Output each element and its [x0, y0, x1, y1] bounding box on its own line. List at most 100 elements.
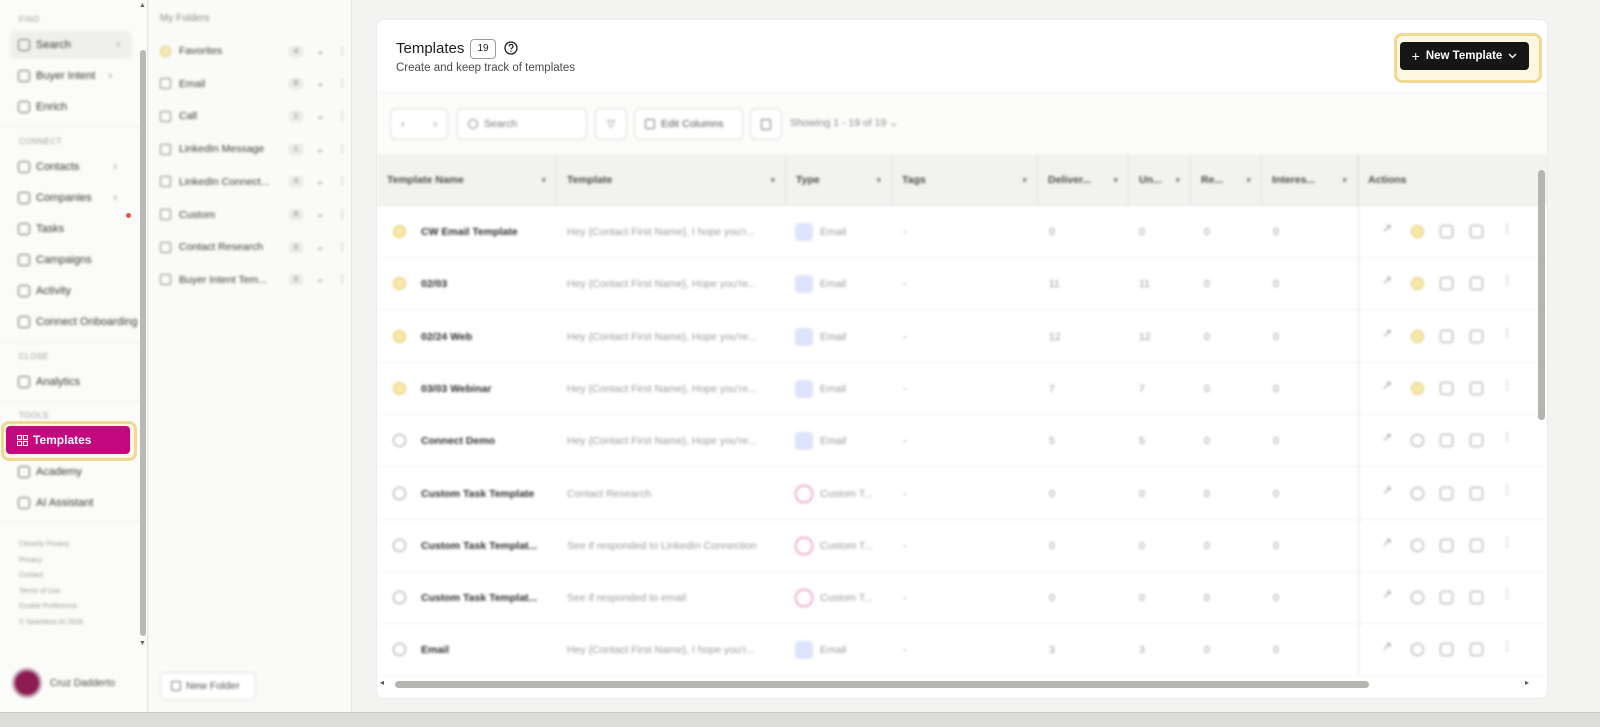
share-icon[interactable]: ↗	[1382, 639, 1395, 653]
sidebar-scrollbar[interactable]	[140, 50, 146, 636]
column-header-template-name[interactable]: Template Name ▾	[377, 154, 557, 206]
table-row[interactable]: Custom Task Template Contact Research Cust…	[377, 468, 1547, 520]
table-row[interactable]: 02/03 Hey {Contact First Name}, Hope you'…	[377, 258, 1547, 311]
folder-checkbox[interactable]	[160, 110, 171, 122]
scroll-left-arrow-icon[interactable]: ◂	[380, 678, 384, 687]
chevron-down-icon[interactable]: ⌄	[316, 176, 324, 187]
folder-item[interactable]: Buyer Intent Tem... 0 ⌄ ⋮	[160, 270, 347, 290]
scroll-down-arrow-icon[interactable]: ▼	[139, 640, 146, 647]
table-vertical-scrollbar[interactable]	[1538, 170, 1545, 420]
help-icon[interactable]	[504, 41, 518, 55]
favorite-star-icon[interactable]	[1411, 591, 1424, 605]
chevron-down-icon[interactable]: ⌄	[316, 111, 324, 122]
share-icon[interactable]: ↗	[1382, 483, 1395, 497]
favorite-star-icon[interactable]	[393, 329, 406, 343]
more-options-icon[interactable]: ⋮	[1501, 378, 1514, 392]
more-options-icon[interactable]: ⋮	[1501, 430, 1514, 444]
favorite-star-icon[interactable]	[1411, 277, 1424, 291]
table-row[interactable]: CW Email Template Hey {Contact First Name…	[377, 206, 1547, 258]
favorite-star-icon[interactable]	[1411, 329, 1424, 343]
folder-checkbox[interactable]	[160, 143, 171, 155]
filter-button[interactable]: ▽	[595, 108, 627, 140]
chevron-down-icon[interactable]: ⌄	[316, 242, 324, 253]
more-options-icon[interactable]: ⋮	[337, 176, 347, 187]
edit-icon[interactable]	[1440, 643, 1453, 657]
template-name[interactable]: Connect Demo	[421, 415, 495, 467]
favorite-star-icon[interactable]	[1411, 486, 1424, 500]
more-options-icon[interactable]: ⋮	[1501, 483, 1514, 497]
column-header-tags[interactable]: Tags ▾	[892, 154, 1038, 206]
chevron-down-icon[interactable]: ⌄	[316, 274, 324, 285]
table-row[interactable]: Connect Demo Hey {Contact First Name}, Ho…	[377, 415, 1547, 468]
new-template-button[interactable]: + New Template	[1400, 42, 1529, 70]
copy-icon[interactable]	[1470, 381, 1483, 395]
table-row[interactable]: 03/03 Webinar Hey {Contact First Name}, H…	[377, 363, 1547, 415]
footer-link[interactable]: Cleverly Privacy	[19, 537, 83, 553]
copy-icon[interactable]	[1470, 277, 1483, 291]
more-options-icon[interactable]: ⋮	[337, 209, 347, 220]
more-options-icon[interactable]: ⋮	[1501, 326, 1514, 340]
chevron-down-icon[interactable]: ⌄	[316, 78, 324, 89]
more-options-icon[interactable]: ⋮	[337, 78, 347, 89]
table-horizontal-scrollbar[interactable]	[395, 681, 1369, 688]
share-icon[interactable]: ↗	[1382, 535, 1395, 549]
sidebar-item-activity[interactable]: Activity	[10, 277, 132, 305]
favorite-star-icon[interactable]	[1411, 643, 1424, 657]
favorite-star-icon[interactable]	[393, 643, 406, 657]
favorite-star-icon[interactable]	[393, 225, 406, 238]
template-name[interactable]: 03/03 Webinar	[421, 363, 491, 415]
sidebar-item-buyer-intent[interactable]: Buyer Intent ›	[10, 62, 132, 90]
template-name[interactable]: Custom Task Templat...	[421, 520, 537, 572]
sidebar-item-search[interactable]: Search ›	[10, 31, 132, 59]
favorite-star-icon[interactable]	[1411, 434, 1424, 448]
favorite-star-icon[interactable]	[393, 277, 406, 291]
favorite-star-icon[interactable]	[393, 538, 406, 552]
sidebar-item-contacts[interactable]: Contacts ›	[10, 153, 132, 181]
edit-icon[interactable]	[1440, 329, 1453, 343]
template-name[interactable]: 02/24 Web	[421, 311, 472, 363]
sidebar-item-academy[interactable]: Academy	[10, 458, 132, 486]
share-icon[interactable]: ↗	[1382, 430, 1395, 444]
copy-icon[interactable]	[1470, 329, 1483, 343]
more-options-icon[interactable]: ⋮	[1501, 535, 1514, 549]
edit-icon[interactable]	[1440, 434, 1453, 448]
sidebar-item-tasks[interactable]: Tasks	[10, 215, 132, 243]
template-name[interactable]: Email	[421, 624, 449, 676]
sidebar-item-connect-onboarding[interactable]: Connect Onboarding	[10, 308, 140, 336]
column-header-replied[interactable]: Re... ▾	[1191, 154, 1262, 206]
sidebar-item-ai-assistant[interactable]: AI Assistant	[10, 489, 132, 517]
folder-checkbox[interactable]	[160, 241, 171, 253]
sidebar-item-templates[interactable]: Templates	[6, 426, 130, 454]
sidebar-item-companies[interactable]: Companies ›	[10, 184, 132, 212]
table-row[interactable]: Custom Task Templat... See if responded t…	[377, 520, 1547, 572]
sidebar-item-analytics[interactable]: Analytics	[10, 368, 132, 396]
folder-item[interactable]: Custom 8 ⌄ ⋮	[160, 205, 347, 225]
share-icon[interactable]: ↗	[1382, 221, 1395, 235]
copy-icon[interactable]	[1470, 591, 1483, 605]
footer-link[interactable]: Terms of Use	[19, 584, 83, 600]
more-options-icon[interactable]: ⋮	[337, 242, 347, 253]
sidebar-item-campaigns[interactable]: Campaigns	[10, 246, 132, 274]
share-icon[interactable]: ↗	[1382, 378, 1395, 392]
table-row[interactable]: Custom Task Templat... See if responded t…	[377, 572, 1547, 625]
folder-checkbox[interactable]	[160, 274, 171, 286]
folder-checkbox[interactable]	[160, 176, 171, 188]
folder-item[interactable]: Contact Research 0 ⌄ ⋮	[160, 237, 347, 257]
more-options-icon[interactable]: ⋮	[1501, 221, 1514, 235]
footer-link[interactable]: Contact	[19, 568, 83, 584]
folder-item[interactable]: Favorites 4 ⌄ ⋮	[160, 41, 347, 61]
search-input[interactable]: Search	[457, 108, 587, 140]
table-row[interactable]: 02/24 Web Hey {Contact First Name}, Hope …	[377, 311, 1547, 363]
scroll-right-arrow-icon[interactable]: ▸	[1525, 678, 1529, 687]
more-options-icon[interactable]: ⋮	[1501, 587, 1514, 601]
copy-icon[interactable]	[1470, 434, 1483, 448]
copy-icon[interactable]	[1470, 225, 1483, 238]
more-options-icon[interactable]: ⋮	[1501, 273, 1514, 287]
folder-item[interactable]: Call 1 ⌄ ⋮	[160, 106, 347, 126]
template-name[interactable]: CW Email Template	[421, 206, 518, 258]
folder-item[interactable]: LinkedIn Message 1 ⌄ ⋮	[160, 139, 347, 159]
more-options-icon[interactable]: ⋮	[337, 111, 347, 122]
chevron-down-icon[interactable]: ⌄	[316, 46, 324, 57]
share-icon[interactable]: ↗	[1382, 326, 1395, 340]
folder-item[interactable]: Email 8 ⌄ ⋮	[160, 74, 347, 94]
